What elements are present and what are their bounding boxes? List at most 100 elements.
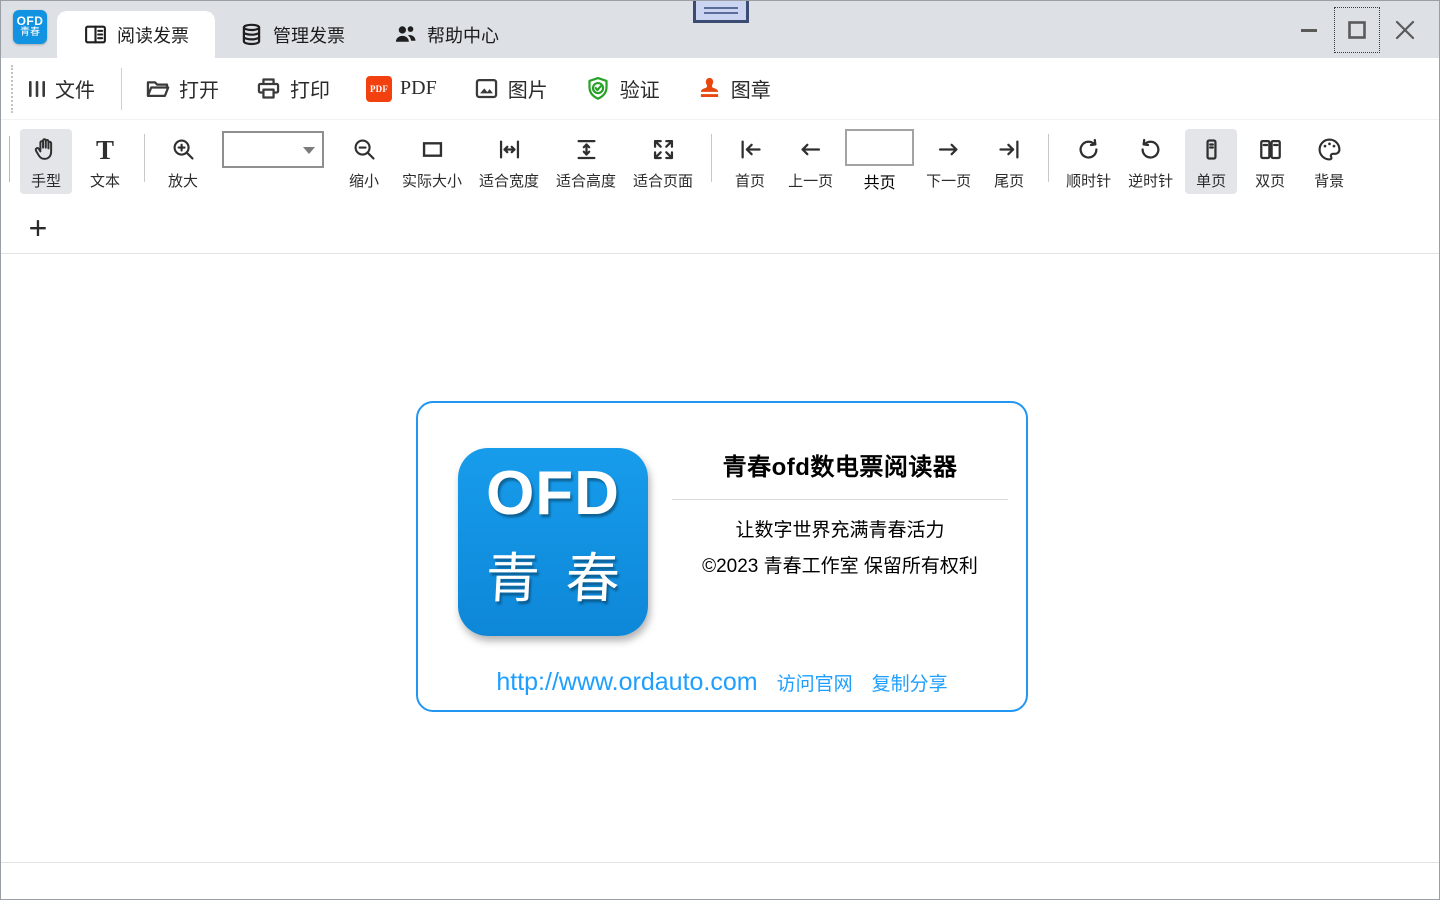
tab-help-center[interactable]: 帮助中心 (369, 11, 523, 58)
app-tagline: 让数字世界充满青春活力 (735, 520, 945, 541)
app-logo-text-qc: 青春 (20, 27, 40, 38)
rotate-clockwise-button[interactable]: 顺时针 (1061, 129, 1116, 194)
toolbar-separator (711, 134, 713, 182)
verify-button[interactable]: 验证 (584, 74, 660, 103)
fit-page-icon (650, 133, 677, 167)
shield-check-icon (584, 75, 612, 103)
toolbar-gripper[interactable] (11, 64, 13, 113)
stamp-icon (696, 75, 723, 102)
reader-icon (83, 22, 108, 47)
tab-manage-invoice[interactable]: 管理发票 (215, 11, 369, 58)
text-tool-button[interactable]: T 文本 (79, 129, 131, 194)
divider (672, 499, 1008, 500)
database-icon (239, 22, 264, 47)
tool-label: 放大 (167, 173, 198, 190)
fit-page-button[interactable]: 适合页面 (628, 129, 698, 194)
document-tabstrip: + (1, 202, 1439, 254)
first-page-button[interactable]: 首页 (724, 129, 776, 194)
open-folder-icon (144, 75, 171, 102)
export-image-button[interactable]: 图片 (473, 74, 548, 103)
last-page-button[interactable]: 尾页 (983, 129, 1035, 194)
ofd-logo: OFD 青春 (458, 448, 648, 636)
button-label: 打开 (179, 80, 219, 102)
minimize-button[interactable] (1289, 10, 1329, 50)
file-toolbar: 文件 打开 打印 PDF PDF 图片 验证 图章 (1, 58, 1439, 120)
double-page-icon (1257, 133, 1284, 167)
menu-bars-icon (27, 77, 47, 101)
text-tool-icon: T (95, 134, 114, 165)
button-label: 图片 (507, 80, 548, 102)
new-tab-button[interactable]: + (21, 212, 55, 244)
next-page-button[interactable]: 下一页 (921, 129, 976, 194)
toolbar-separator (144, 134, 145, 182)
actual-size-button[interactable]: 实际大小 (397, 129, 467, 194)
toolbar-separator (121, 67, 122, 110)
last-page-icon (996, 133, 1023, 167)
prev-page-icon (797, 133, 824, 167)
ofd-logo-text: OFD (486, 459, 620, 528)
people-icon (393, 22, 418, 47)
actual-size-icon (419, 133, 446, 167)
tool-label: 适合宽度 (479, 173, 540, 190)
tool-label: 适合页面 (633, 173, 694, 190)
tool-label: 顺时针 (1066, 173, 1112, 190)
single-page-button[interactable]: 单页 (1185, 128, 1238, 194)
tool-label: 共页 (863, 175, 896, 192)
tool-label: 实际大小 (402, 173, 463, 190)
copy-share-link[interactable]: 复制分享 (872, 669, 948, 696)
zoom-in-button[interactable]: 放大 (157, 129, 209, 194)
hand-tool-button[interactable]: 手型 (20, 128, 72, 194)
export-pdf-button[interactable]: PDF PDF (366, 75, 437, 102)
rotate-counterclockwise-button[interactable]: 逆时针 (1123, 129, 1178, 194)
chevron-down-icon (303, 146, 315, 154)
fit-height-button[interactable]: 适合高度 (551, 129, 621, 194)
toolbar-separator (1048, 134, 1050, 182)
about-links-row: http://www.ordauto.com 访问官网 复制分享 (418, 668, 1026, 697)
tool-label: 适合高度 (556, 173, 617, 190)
zoom-out-icon (351, 133, 378, 167)
maximize-button[interactable] (1334, 6, 1380, 53)
first-page-icon (737, 133, 764, 167)
double-page-button[interactable]: 双页 (1244, 129, 1296, 194)
app-title: 青春ofd数电票阅读器 (722, 454, 958, 481)
zoom-level-combobox[interactable] (222, 130, 324, 168)
tool-label: 缩小 (348, 173, 379, 190)
tool-label: 尾页 (994, 173, 1025, 190)
tool-label: 手型 (30, 173, 61, 190)
page-number-input[interactable] (845, 129, 915, 166)
zoom-out-button[interactable]: 缩小 (338, 129, 390, 194)
print-button[interactable]: 打印 (255, 74, 330, 103)
single-page-icon (1198, 133, 1225, 167)
fit-width-button[interactable]: 适合宽度 (474, 129, 544, 194)
pdf-icon: PDF (366, 75, 392, 102)
view-toolbar: 手型 T 文本 放大 缩小 实际大小 适合宽度 适合高度 适合页面 首页 上一页… (1, 120, 1439, 202)
window-controls (1289, 1, 1425, 58)
toolbar-gripper[interactable] (9, 136, 10, 182)
fit-height-icon (573, 133, 600, 167)
page-number-group: 共页 (845, 129, 915, 193)
visit-site-link[interactable]: 访问官网 (777, 669, 853, 696)
tab-label: 帮助中心 (427, 25, 499, 46)
stamp-button[interactable]: 图章 (696, 74, 771, 103)
button-label: 文件 (55, 80, 95, 102)
background-button[interactable]: 背景 (1303, 129, 1355, 194)
tab-label: 管理发票 (273, 25, 345, 46)
tool-label: 上一页 (788, 173, 834, 190)
close-button[interactable] (1385, 10, 1425, 50)
zoom-in-icon (170, 133, 197, 167)
copyright-text: ©2023 青春工作室 保留所有权利 (702, 556, 978, 577)
open-button[interactable]: 打开 (144, 74, 219, 103)
tool-label: 文本 (89, 173, 120, 190)
ofd-logo-subtext: 青春 (484, 549, 622, 609)
tool-label: 下一页 (926, 173, 972, 190)
file-menu-button[interactable]: 文件 (27, 74, 95, 103)
tab-read-invoice[interactable]: 阅读发票 (57, 11, 215, 58)
tool-label: 逆时针 (1128, 173, 1174, 190)
button-label: PDF (400, 77, 437, 99)
button-label: 打印 (290, 80, 330, 102)
website-url[interactable]: http://www.ordauto.com (496, 668, 757, 697)
window-drag-handle[interactable] (693, 1, 749, 23)
titlebar: OFD 青春 阅读发票 管理发票 帮助中心 (1, 1, 1439, 58)
prev-page-button[interactable]: 上一页 (783, 129, 838, 194)
palette-icon (1316, 133, 1343, 167)
